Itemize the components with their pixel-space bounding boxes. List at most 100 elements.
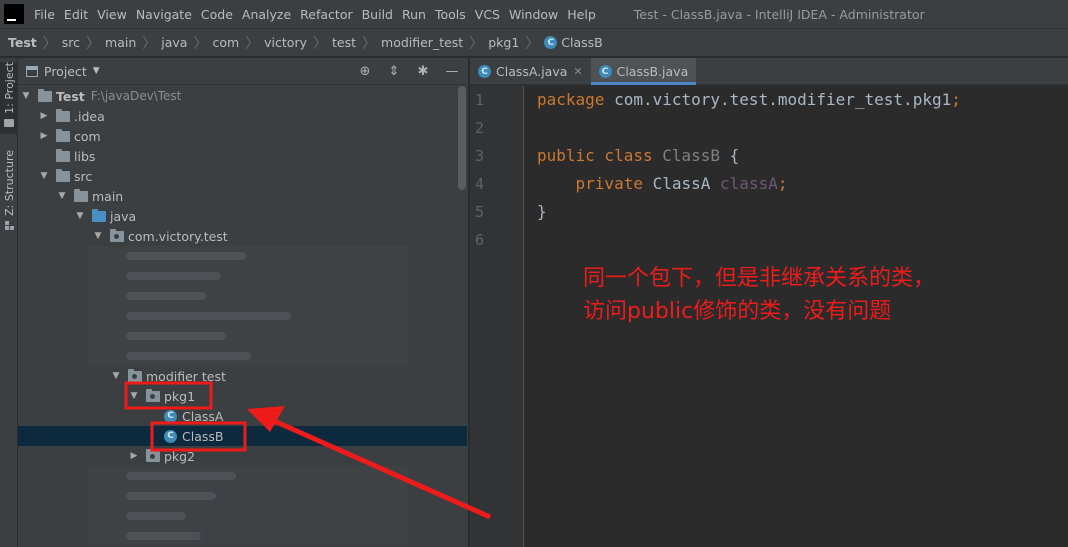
- folder-icon: [74, 188, 88, 202]
- collapsed-arrow-icon[interactable]: ▶: [38, 131, 50, 141]
- tree-item-modifier-test[interactable]: ▼ modifier test: [18, 366, 467, 386]
- code-brace: }: [537, 202, 547, 221]
- package-icon: [128, 368, 142, 382]
- tab-classa-java[interactable]: C ClassA.java ✕: [470, 58, 591, 85]
- tree-item-label: main: [92, 188, 124, 204]
- breadcrumb-item-test-pkg[interactable]: test: [332, 35, 356, 50]
- tab-project[interactable]: 1: Project: [0, 62, 18, 134]
- breadcrumb-separator-icon: 〉: [86, 35, 101, 52]
- breadcrumb-item-classb[interactable]: C ClassB: [544, 35, 603, 50]
- code-semicolon: ;: [777, 174, 788, 193]
- editor-tab-bar: C ClassA.java ✕ C ClassB.java: [470, 58, 1068, 85]
- tree-item-classb[interactable]: ▶ C ClassB: [18, 426, 467, 446]
- code-class-name: ClassB: [652, 146, 721, 165]
- expanded-arrow-icon[interactable]: ▼: [38, 171, 50, 181]
- menu-run[interactable]: Run: [399, 0, 432, 29]
- breadcrumb-item-classb-label: ClassB: [561, 35, 603, 50]
- menu-analyze[interactable]: Analyze: [239, 0, 297, 29]
- tree-item-label: Test: [56, 88, 85, 104]
- breadcrumb-separator-icon: 〉: [362, 35, 377, 52]
- tool-window-strip: 1: Project Z: Structure: [0, 58, 18, 547]
- tree-item-label: libs: [74, 148, 96, 164]
- tree-item-main[interactable]: ▼ main: [18, 186, 467, 206]
- breadcrumb-separator-icon: 〉: [142, 35, 157, 52]
- tree-item-com-victory-test[interactable]: ▼ com.victory.test: [18, 226, 467, 246]
- collapse-all-icon[interactable]: ⇕: [386, 64, 402, 80]
- tab-classb-java[interactable]: C ClassB.java: [590, 58, 697, 85]
- collapsed-arrow-icon[interactable]: ▶: [128, 451, 140, 461]
- code-keyword: public class: [537, 146, 653, 165]
- breadcrumb-item-src[interactable]: src: [62, 35, 80, 50]
- project-path: F:\javaDev\Test: [90, 89, 182, 103]
- tree-item-pkg2[interactable]: ▶ pkg2: [18, 446, 467, 466]
- breadcrumb-item-pkg1[interactable]: pkg1: [488, 35, 519, 50]
- project-panel: Project ▼ ⊕ ⇕ ✱ — ▼ Test F:\javaDev\Test…: [18, 58, 469, 547]
- menu-build[interactable]: Build: [359, 0, 399, 29]
- expanded-arrow-icon[interactable]: ▼: [92, 231, 104, 241]
- line-number: 2: [474, 119, 484, 137]
- tree-item-test[interactable]: ▼ Test F:\javaDev\Test: [18, 86, 467, 106]
- code-line-5: }: [537, 198, 547, 226]
- class-icon: C: [544, 36, 558, 49]
- breadcrumb-item-test[interactable]: Test: [8, 35, 37, 50]
- tree-item-libs[interactable]: ▶ libs: [18, 146, 467, 166]
- code-line-1: package com.victory.test.modifier_test.p…: [537, 86, 961, 114]
- structure-icon: [4, 220, 14, 230]
- menu-refactor[interactable]: Refactor: [297, 0, 358, 29]
- chevron-down-icon[interactable]: ▼: [93, 66, 100, 76]
- collapsed-arrow-icon[interactable]: ▶: [38, 111, 50, 121]
- project-view-selector[interactable]: Project: [44, 64, 87, 79]
- gear-icon[interactable]: ✱: [415, 64, 431, 80]
- tree-item-classa[interactable]: ▶ C ClassA: [18, 406, 467, 426]
- tree-item-label: com.victory.test: [128, 228, 228, 244]
- expanded-arrow-icon[interactable]: ▼: [56, 191, 68, 201]
- tree-item-label: java: [110, 208, 137, 224]
- folder-icon: [56, 128, 70, 142]
- code-keyword: package: [537, 90, 605, 109]
- tab-structure[interactable]: Z: Structure: [0, 150, 18, 232]
- folder-icon: [56, 108, 70, 122]
- breadcrumb-item-com[interactable]: com: [212, 35, 239, 50]
- menu-help[interactable]: Help: [564, 0, 602, 29]
- code-brace: {: [720, 146, 740, 165]
- expanded-arrow-icon[interactable]: ▼: [74, 211, 86, 221]
- tree-item-idea[interactable]: ▶ .idea: [18, 106, 467, 126]
- code-keyword: private: [575, 174, 643, 193]
- code-line-4: private ClassA classA;: [537, 170, 788, 198]
- tree-item-pkg1[interactable]: ▼ pkg1: [18, 386, 467, 406]
- menu-file[interactable]: File: [31, 0, 61, 29]
- expanded-arrow-icon[interactable]: ▼: [20, 91, 32, 101]
- expanded-arrow-icon[interactable]: ▼: [128, 391, 140, 401]
- menu-bar: File Edit View Navigate Code Analyze Ref…: [31, 0, 602, 29]
- menu-tools[interactable]: Tools: [432, 0, 472, 29]
- tree-item-src[interactable]: ▼ src: [18, 166, 467, 186]
- menu-navigate[interactable]: Navigate: [133, 0, 198, 29]
- window-title: Test - ClassB.java - IntelliJ IDEA - Adm…: [633, 6, 925, 22]
- breadcrumb-item-modifier-test[interactable]: modifier_test: [381, 35, 463, 50]
- close-icon[interactable]: ✕: [573, 65, 582, 78]
- menu-window[interactable]: Window: [506, 0, 564, 29]
- breadcrumb-item-main[interactable]: main: [105, 35, 136, 50]
- breadcrumb-item-victory[interactable]: victory: [264, 35, 307, 50]
- blurred-tree-rows: [88, 246, 408, 366]
- code-package-name: com.victory.test.modifier_test.pkg1: [604, 90, 952, 109]
- line-number: 3: [474, 147, 484, 165]
- minimize-icon[interactable]: —: [444, 64, 460, 80]
- line-number: 1: [474, 91, 484, 109]
- menu-edit[interactable]: Edit: [61, 0, 94, 29]
- annotation-text: 同一个包下，但是非继承关系的类， 访问public修饰的类，没有问题: [583, 262, 935, 328]
- tree-item-com[interactable]: ▶ com: [18, 126, 467, 146]
- expanded-arrow-icon[interactable]: ▼: [110, 371, 122, 381]
- tree-item-label: pkg2: [164, 448, 196, 464]
- menu-vcs[interactable]: VCS: [472, 0, 506, 29]
- class-icon: C: [164, 429, 177, 443]
- tree-item-java[interactable]: ▼ java: [18, 206, 467, 226]
- tree-item-label: ClassB: [182, 428, 224, 444]
- menu-view[interactable]: View: [94, 0, 133, 29]
- folder-icon: [56, 168, 70, 182]
- locate-target-icon[interactable]: ⊕: [357, 64, 373, 80]
- breadcrumb-item-java[interactable]: java: [161, 35, 187, 50]
- package-icon: [110, 228, 124, 242]
- menu-code[interactable]: Code: [198, 0, 239, 29]
- intellij-logo-icon: [4, 4, 24, 24]
